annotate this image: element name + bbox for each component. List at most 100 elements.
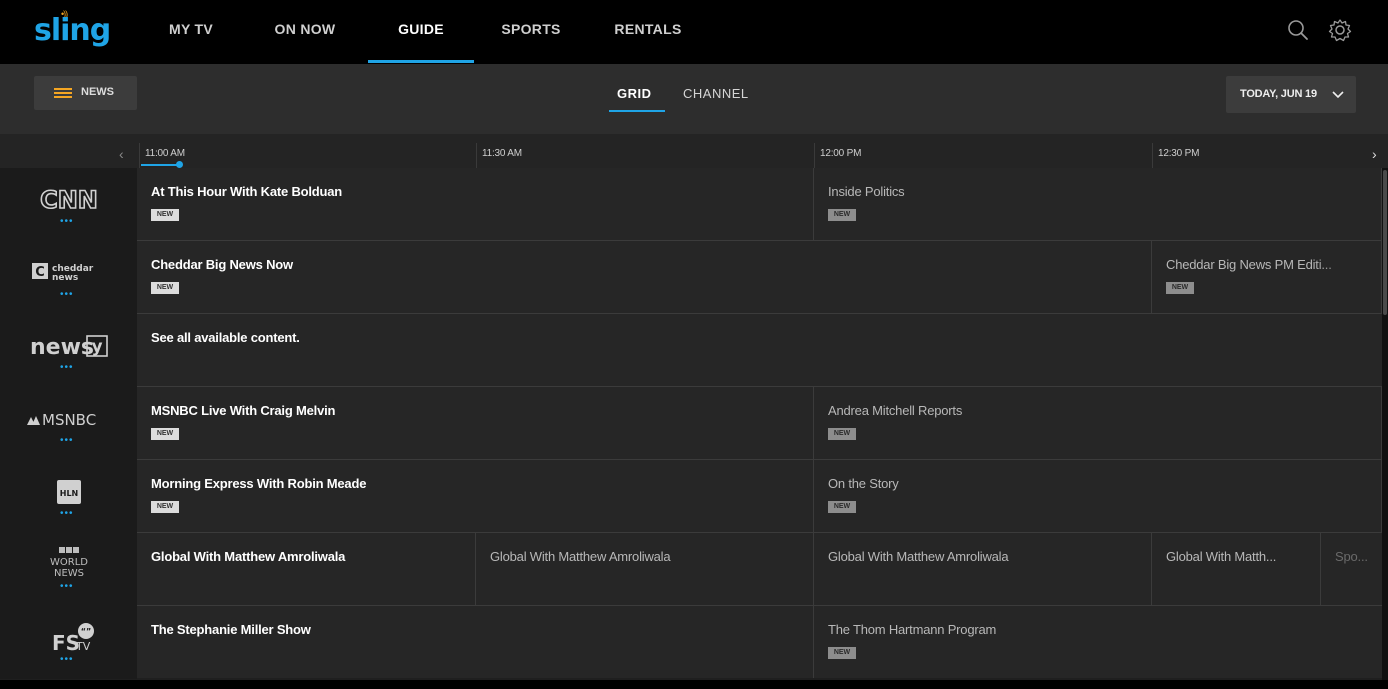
program-title: Inside Politics [828,184,905,199]
program-cell[interactable]: Cheddar Big News PM Editi... NEW [1152,241,1382,313]
date-label: TODAY, JUN 19 [1240,88,1317,100]
program-title: Global With Matthew Amroliwala [828,549,1009,564]
channel-cell[interactable]: FS TV “” ••• [0,606,137,679]
cnn-logo: CNN [39,185,98,214]
cheddar-news-logo: C cheddar news [32,263,94,283]
new-badge: NEW [828,647,856,659]
channel-row: MSNBC ••• MSNBC Live With Craig Melvin N… [0,387,1382,460]
program-cell[interactable]: Global With Matthew Amroliwala [137,533,476,605]
more-dots-icon[interactable]: ••• [60,655,76,665]
brand-name: sling [34,13,111,48]
channel-row: C cheddar news ••• Cheddar Big News Now … [0,241,1382,314]
new-badge: NEW [828,501,856,513]
program-cell[interactable]: Global With Matth... [1152,533,1321,605]
channel-cell[interactable]: MSNBC ••• [0,387,137,460]
new-badge: NEW [828,209,856,221]
current-time-marker [176,161,183,168]
program-title: Cheddar Big News PM Editi... [1166,257,1332,272]
chevron-left-icon[interactable]: ‹ [119,146,124,162]
chevron-down-icon [1332,91,1344,99]
program-cell[interactable]: Andrea Mitchell Reports NEW [814,387,1382,459]
program-cell[interactable]: Cheddar Big News Now NEW [137,241,1152,313]
program-cell[interactable]: See all available content. [137,314,1382,386]
msnbc-logo: MSNBC [27,411,96,429]
program-cell[interactable]: MSNBC Live With Craig Melvin NEW [137,387,814,459]
nav-rentals[interactable]: RENTALS [608,0,688,64]
svg-text:WORLD: WORLD [50,557,88,568]
program-cell[interactable]: Morning Express With Robin Meade NEW [137,460,814,532]
program-title: The Thom Hartmann Program [828,622,997,637]
time-tick [476,143,477,168]
program-cell[interactable]: Spo... [1321,533,1382,605]
svg-text:“”: “” [81,627,92,636]
time-slot-label: 12:00 PM [820,148,862,159]
time-slot-label: 11:30 AM [482,148,522,159]
time-tick [1152,143,1153,168]
guide-grid: CNN ••• At This Hour With Kate Bolduan N… [0,168,1382,680]
more-dots-icon[interactable]: ••• [60,436,76,446]
channel-cell[interactable]: C cheddar news ••• [0,241,137,314]
hln-logo: HLN [57,480,81,504]
chevron-right-icon[interactable]: › [1372,146,1377,162]
nav-sports[interactable]: SPORTS [496,0,566,64]
svg-text:news: news [30,335,94,360]
program-title: Global With Matthew Amroliwala [490,549,671,564]
top-navigation: •)) sling MY TV ON NOW GUIDE SPORTS RENT… [0,0,1388,64]
search-icon[interactable] [1284,16,1312,44]
program-title: At This Hour With Kate Bolduan [151,184,343,199]
overflow-fade [1311,241,1381,313]
channel-row: news y ••• See all available content. [0,314,1382,387]
program-cell[interactable]: Global With Matthew Amroliwala [814,533,1152,605]
newsy-logo: news y [30,335,108,360]
svg-text:CNN: CNN [40,186,98,214]
new-badge: NEW [151,501,179,513]
tab-channel[interactable]: CHANNEL [683,86,749,101]
nav-on-now[interactable]: ON NOW [266,0,344,64]
program-cell[interactable]: Inside Politics NEW [814,168,1382,240]
sling-logo[interactable]: •)) sling [34,9,114,53]
svg-text:news: news [52,273,78,283]
more-dots-icon[interactable]: ••• [60,509,76,519]
channel-cell[interactable]: HLN ••• [0,460,137,533]
program-cell[interactable]: At This Hour With Kate Bolduan NEW [137,168,814,240]
svg-text:HLN: HLN [60,489,79,498]
settings-gear-icon[interactable] [1326,16,1354,44]
view-tab-indicator [609,110,665,112]
new-badge: NEW [151,209,179,221]
nav-guide[interactable]: GUIDE [368,0,474,64]
channel-cell[interactable]: WORLD NEWS ••• [0,533,137,606]
more-dots-icon[interactable]: ••• [60,290,76,300]
program-cell[interactable]: On the Story NEW [814,460,1382,532]
svg-text:NEWS: NEWS [54,568,84,579]
program-title: The Stephanie Miller Show [151,622,311,637]
program-cell[interactable]: Global With Matthew Amroliwala [476,533,814,605]
bbc-world-news-logo: WORLD NEWS [50,547,88,579]
time-slot-label: 12:30 PM [1158,148,1200,159]
program-title: Global With Matth... [1166,549,1277,564]
category-filter-button[interactable]: NEWS [34,76,137,110]
date-picker-button[interactable]: TODAY, JUN 19 [1226,76,1356,113]
time-tick [814,143,815,168]
program-cell[interactable]: The Stephanie Miller Show [137,606,814,678]
more-dots-icon[interactable]: ••• [60,582,76,592]
program-title: On the Story [828,476,899,491]
grid-list-icon [54,88,72,98]
more-dots-icon[interactable]: ••• [60,363,76,373]
program-title: Global With Matthew Amroliwala [151,549,346,564]
scrollbar-thumb[interactable] [1383,170,1387,315]
program-title: Cheddar Big News Now [151,257,293,272]
time-slot-label: 11:00 AM [145,148,185,159]
tab-grid[interactable]: GRID [617,86,652,101]
channel-cell[interactable]: news y ••• [0,314,137,387]
svg-text:TV: TV [75,640,91,652]
new-badge: NEW [151,282,179,294]
program-cell[interactable]: The Thom Hartmann Program NEW [814,606,1382,678]
filter-label: NEWS [81,86,114,98]
new-badge: NEW [828,428,856,440]
svg-text:MSNBC: MSNBC [42,411,96,429]
more-dots-icon[interactable]: ••• [60,217,76,227]
nav-my-tv[interactable]: MY TV [164,0,218,64]
svg-text:y: y [91,337,102,357]
program-title: Morning Express With Robin Meade [151,476,367,491]
channel-cell[interactable]: CNN ••• [0,168,137,241]
